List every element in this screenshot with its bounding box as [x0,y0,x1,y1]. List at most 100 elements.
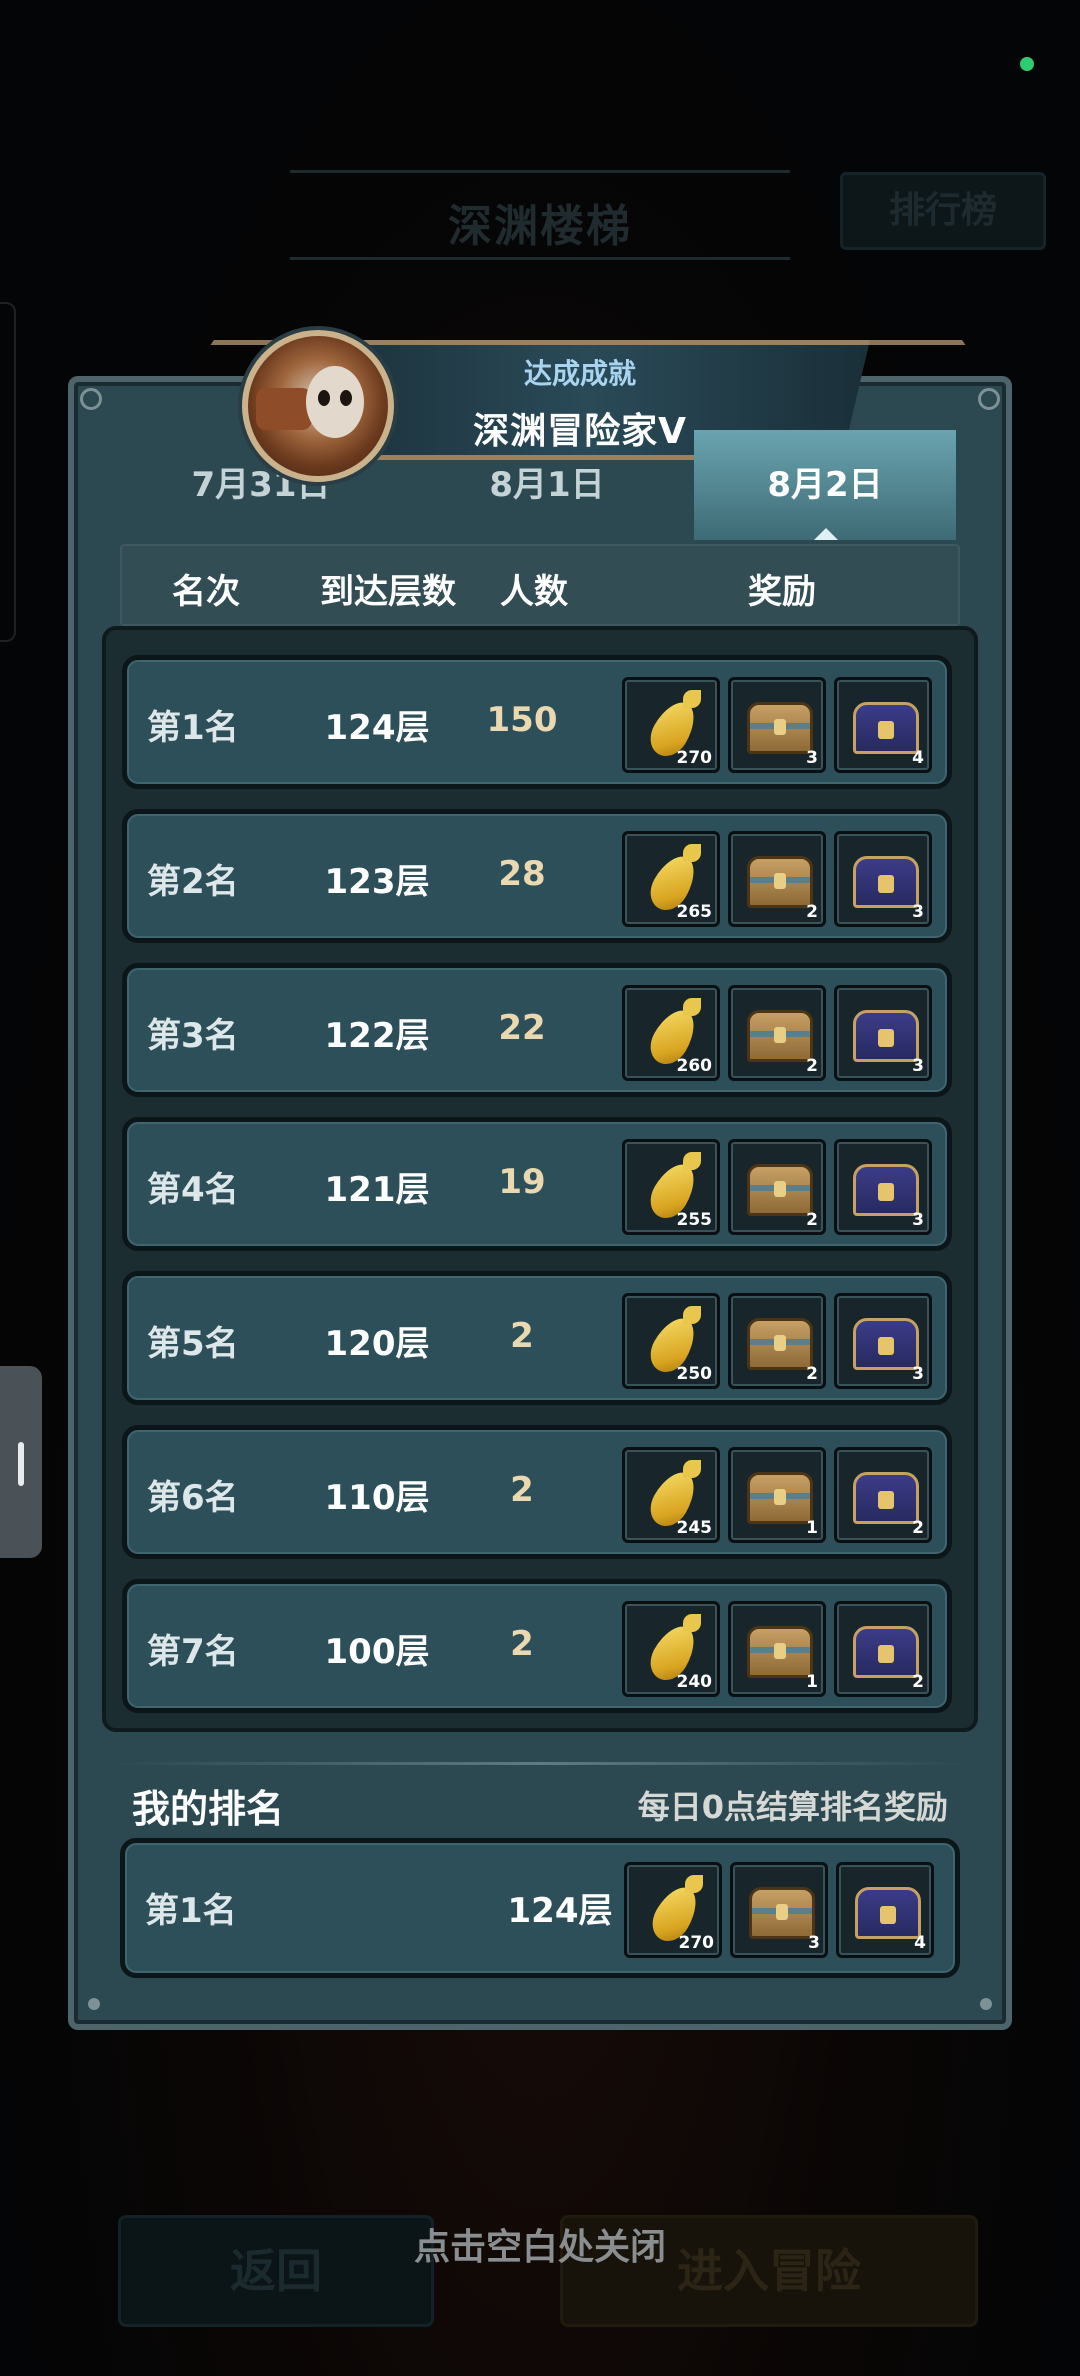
row-floor: 100层 [324,1632,430,1672]
reward-amount: 3 [808,1933,820,1953]
row-rank: 第4名 [147,1170,239,1210]
reward-amount: 2 [806,1364,818,1384]
side-drawer-handle[interactable] [0,1366,42,1558]
my-rank: 第1名 [145,1891,237,1931]
reward-slot-purple-chest[interactable]: 3 [834,1293,932,1389]
row-floor: 122层 [324,1016,430,1056]
reward-slot-chest[interactable]: 3 [730,1862,828,1958]
purple-chest-icon [853,1318,919,1370]
chest-icon [749,1887,815,1939]
chest-icon [747,1626,813,1678]
reward-slot-carrot[interactable]: 250 [622,1293,720,1389]
avatar-arm [256,388,312,430]
tab-date-2[interactable]: 8月1日 [416,430,678,540]
table-header: 名次 到达层数 人数 奖励 [120,544,960,626]
reward-slot-carrot[interactable]: 255 [622,1139,720,1235]
carrot-leaf [683,1614,701,1632]
carrot-leaf [683,690,701,708]
reward-amount: 270 [676,748,713,768]
reward-slot-purple-chest[interactable]: 3 [834,831,932,927]
reward-slot-carrot[interactable]: 270 [622,677,720,773]
row-floor: 120层 [324,1324,430,1364]
handle-bar-icon [18,1442,24,1486]
section-divider [110,1762,970,1765]
row-count: 22 [498,1008,546,1048]
reward-slot-purple-chest[interactable]: 4 [834,677,932,773]
reward-amount: 2 [912,1672,924,1692]
chest-icon [747,1318,813,1370]
reward-amount: 3 [912,1364,924,1384]
leaderboard-button[interactable]: 排行榜 [840,172,1046,250]
chest-icon [747,1010,813,1062]
ranking-row: 第1名 124层 150 270 3 4 [122,655,952,789]
purple-chest-icon [853,1164,919,1216]
reward-slot-chest[interactable]: 2 [728,831,826,927]
header-floor: 到达层数 [320,572,456,612]
reward-amount: 1 [806,1672,818,1692]
reward-slot-chest[interactable]: 3 [728,677,826,773]
reward-amount: 3 [912,1056,924,1076]
chest-icon [747,702,813,754]
reward-slot-chest[interactable]: 2 [728,1293,826,1389]
my-floor: 124层 [507,1891,613,1931]
row-count: 19 [498,1162,546,1202]
reward-slot-purple-chest[interactable]: 4 [836,1862,934,1958]
panel-corner-ornament [978,388,1000,410]
reward-amount: 4 [914,1933,926,1953]
carrot-leaf [683,998,701,1016]
reward-amount: 1 [806,1518,818,1538]
reward-slot-purple-chest[interactable]: 3 [834,985,932,1081]
my-ranking-row: 第1名 124层 270 3 4 [120,1838,960,1978]
reward-slot-purple-chest[interactable]: 3 [834,1139,932,1235]
reward-slot-purple-chest[interactable]: 2 [834,1447,932,1543]
tab-date-3[interactable]: 8月2日 [694,430,956,540]
purple-chest-icon [855,1887,921,1939]
row-count: 2 [510,1470,534,1510]
reward-slot-chest[interactable]: 2 [728,985,826,1081]
chest-icon [747,856,813,908]
ranking-row: 第5名 120层 2 250 2 3 [122,1271,952,1405]
panel-rivet [980,1998,992,2010]
reward-slot-carrot[interactable]: 265 [622,831,720,927]
close-hint[interactable]: 点击空白处关闭 [0,2218,1080,2270]
reward-amount: 4 [912,748,924,768]
reward-amount: 2 [912,1518,924,1538]
reward-slot-chest[interactable]: 1 [728,1601,826,1697]
reward-amount: 240 [676,1672,713,1692]
reward-amount: 245 [676,1518,713,1538]
ranking-row: 第4名 121层 19 255 2 3 [122,1117,952,1251]
carrot-leaf [685,1875,703,1893]
reward-amount: 2 [806,1210,818,1230]
ranking-row: 第2名 123层 28 265 2 3 [122,809,952,943]
avatar-eye [340,390,352,406]
carrot-leaf [683,1152,701,1170]
purple-chest-icon [853,1626,919,1678]
ranking-row: 第6名 110层 2 245 1 2 [122,1425,952,1559]
reward-slot-chest[interactable]: 1 [728,1447,826,1543]
avatar-eye [318,390,330,406]
player-avatar[interactable] [242,330,394,482]
reward-slot-carrot[interactable]: 270 [624,1862,722,1958]
carrot-leaf [683,1306,701,1324]
purple-chest-icon [853,1472,919,1524]
row-rank: 第5名 [147,1324,239,1364]
row-rank: 第7名 [147,1632,239,1672]
reward-slot-chest[interactable]: 2 [728,1139,826,1235]
chest-icon [747,1472,813,1524]
reward-slot-carrot[interactable]: 245 [622,1447,720,1543]
purple-chest-icon [853,1010,919,1062]
reward-amount: 3 [912,902,924,922]
row-floor: 121层 [324,1170,430,1210]
background-title: 深渊楼梯 [448,201,632,252]
header-reward: 奖励 [748,572,816,612]
row-rank: 第3名 [147,1016,239,1056]
avatar-mask [306,366,364,438]
row-count: 150 [486,700,558,740]
reward-amount: 250 [676,1364,713,1384]
active-tab-pointer-icon [814,528,838,540]
reward-slot-carrot[interactable]: 240 [622,1601,720,1697]
reward-slot-purple-chest[interactable]: 2 [834,1601,932,1697]
row-floor: 124层 [324,708,430,748]
reward-slot-carrot[interactable]: 260 [622,985,720,1081]
carrot-leaf [683,844,701,862]
